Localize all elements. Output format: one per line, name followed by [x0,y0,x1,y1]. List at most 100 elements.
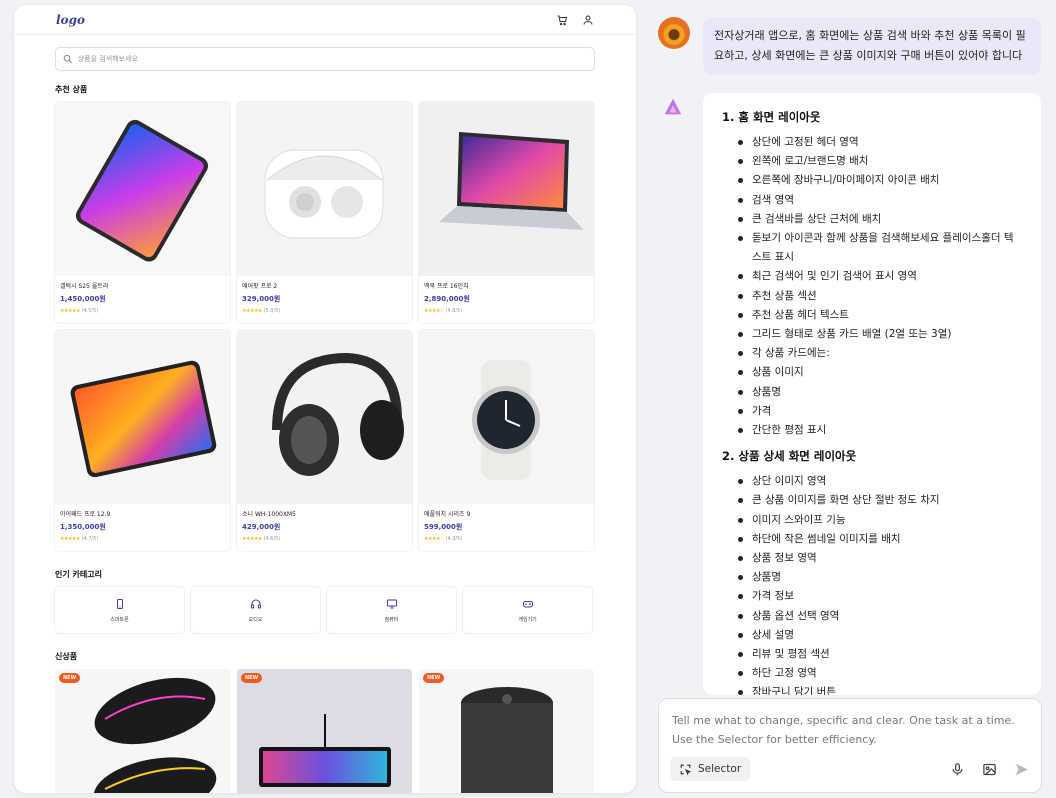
product-rating: ★★★★☆ (4.3/5) [424,536,589,542]
list-item: 상품 옵션 선택 영역 [738,607,1023,626]
message-composer[interactable]: Tell me what to change, specific and cle… [658,698,1042,793]
list-item: 이미지 스와이프 기능 [738,511,1023,530]
product-price: 429,000원 [242,523,281,531]
list-item: 각 상품 카드에는: [738,344,1023,363]
list-item: 하단에 작은 썸네일 이미지를 배치 [738,530,1023,549]
product-card[interactable]: 맥북 프로 16인치 2,890,000원 ★★★★☆ (4.8/5) [419,102,594,323]
product-price: 329,000원 [242,295,281,303]
list-item: 가격 [738,402,1023,421]
list-item: 하단 고정 영역 [738,664,1023,683]
rating-stars: ★★★★★ [60,536,80,542]
recommended-title: 추천 상품 [55,85,88,94]
product-rating: ★★★★★ (4.6/5) [242,536,407,542]
response-heading: 1. 홈 화면 레이아웃 [722,110,821,124]
product-card[interactable]: 갤럭시 S25 울트라 1,450,000원 ★★★★★ (4.5/5) [55,102,230,323]
headphones-image [237,330,412,504]
categories-title: 인기 카테고리 [55,570,102,579]
rating-score: (4.3/5) [445,536,463,542]
product-card[interactable]: 애플워치 시리즈 9 599,000원 ★★★★☆ (4.3/5) [419,330,594,551]
rating-score: (5.0/5) [263,308,281,314]
list-item: 큰 상품 이미지를 화면 상단 절반 정도 차지 [738,491,1023,510]
rating-stars: ★★★★★ [242,308,262,314]
list-item: 왼쪽에 로고/브랜드명 배치 [738,152,1023,171]
user-icon[interactable] [582,14,594,26]
tablet-phone-image [55,102,230,276]
search-icon [63,54,72,64]
product-card[interactable]: 소니 WH-1000XM5 429,000원 ★★★★★ (4.6/5) [237,330,412,551]
list-item: 상품명 [738,568,1023,587]
rating-stars: ★★★★★ [60,308,80,314]
new-badge: NEW [241,673,263,683]
laptop-image [419,102,594,276]
product-name: 애플워치 시리즈 9 [424,511,471,518]
search-input[interactable] [77,55,587,63]
product-price: 2,890,000원 [424,295,470,303]
search-bar[interactable] [55,47,595,71]
response-list: 상단 이미지 영역 큰 상품 이미지를 화면 상단 절반 정도 차지 이미지 스… [738,472,1023,695]
list-item: 장바구니 담기 버튼 [738,683,1023,695]
product-rating: ★★★★☆ (4.8/5) [424,308,589,314]
monitor-icon [386,599,397,608]
earbuds-image [237,102,412,276]
product-name: 아이패드 프로 12.9 [60,511,111,518]
microphone-icon[interactable] [950,762,965,777]
ai-avatar-icon [662,96,684,118]
ai-response: 1. 홈 화면 레이아웃 상단에 고정된 헤더 영역 왼쪽에 로고/브랜드명 배… [703,93,1041,695]
category-label: 컴퓨터 [384,616,399,623]
rating-score: (4.6/5) [263,536,281,542]
keyboard-image [237,669,412,793]
selector-label: Selector [698,763,742,775]
app-preview: logo 추천 상품 [14,5,636,793]
list-item: 상단 이미지 영역 [738,472,1023,491]
product-rating: ★★★★★ (4.7/5) [60,536,225,542]
product-card[interactable]: 아이패드 프로 12.9 1,350,000원 ★★★★★ (4.7/5) [55,330,230,551]
rating-score: (4.7/5) [81,536,99,542]
list-item: 상단에 고정된 헤더 영역 [738,133,1023,152]
headphones-icon [250,599,261,608]
product-grid: 갤럭시 S25 울트라 1,450,000원 ★★★★★ (4.5/5) 에어팟… [55,102,595,551]
selector-icon [680,764,692,775]
gamepad-icon [522,600,533,607]
user-avatar [658,17,690,49]
cart-icon[interactable] [556,14,568,26]
new-products-grid: NEW NEW NEW [55,669,595,793]
gaming-mouse-image [55,669,230,793]
rating-score: (4.8/5) [445,308,463,314]
list-item: 그리드 형태로 상품 카드 배열 (2열 또는 3열) [738,325,1023,344]
send-icon[interactable] [1014,762,1029,777]
response-heading: 2. 상품 상세 화면 레이아웃 [722,449,857,464]
category-computer[interactable]: 컴퓨터 [327,587,456,633]
list-item: 검색 영역 [738,191,1023,210]
new-badge: NEW [423,673,445,683]
tablet-image [55,330,230,504]
product-rating: ★★★★★ (5.0/5) [242,308,407,314]
list-item: 리뷰 및 평점 섹션 [738,645,1023,664]
product-name: 갤럭시 S25 울트라 [60,283,109,290]
composer-input[interactable]: Tell me what to change, specific and cle… [672,711,1028,749]
list-item: 상품명 [738,383,1023,402]
product-price: 1,350,000원 [60,523,106,531]
category-row: 스마트폰 오디오 컴퓨터 게임기기 [55,587,595,633]
list-item: 돋보기 아이콘과 함께 상품을 검색해보세요 플레이스홀더 텍스트 표시 [738,229,1023,267]
new-products-title: 신상품 [55,652,78,661]
smartphone-icon [116,598,123,609]
list-item: 간단한 평점 표시 [738,421,1023,440]
list-item: 최근 검색어 및 인기 검색어 표시 영역 [738,267,1023,286]
new-product-card[interactable]: NEW [419,669,594,793]
new-badge: NEW [59,673,81,683]
logo[interactable]: logo [56,13,85,27]
list-item: 추천 상품 헤더 텍스트 [738,306,1023,325]
user-message: 전자상거래 앱으로, 홈 화면에는 상품 검색 바와 추천 상품 목록이 필요하… [703,17,1041,75]
product-card[interactable]: 에어팟 프로 2 329,000원 ★★★★★ (5.0/5) [237,102,412,323]
category-gaming[interactable]: 게임기기 [463,587,592,633]
list-item: 오른쪽에 장바구니/마이페이지 아이콘 배치 [738,171,1023,190]
category-audio[interactable]: 오디오 [191,587,320,633]
image-icon[interactable] [982,762,997,777]
new-product-card[interactable]: NEW [237,669,412,793]
category-label: 스마트폰 [110,616,129,623]
list-item: 상품 정보 영역 [738,549,1023,568]
selector-button[interactable]: Selector [670,757,751,781]
category-smartphone[interactable]: 스마트폰 [55,587,184,633]
category-label: 게임기기 [518,616,537,623]
new-product-card[interactable]: NEW [55,669,230,793]
